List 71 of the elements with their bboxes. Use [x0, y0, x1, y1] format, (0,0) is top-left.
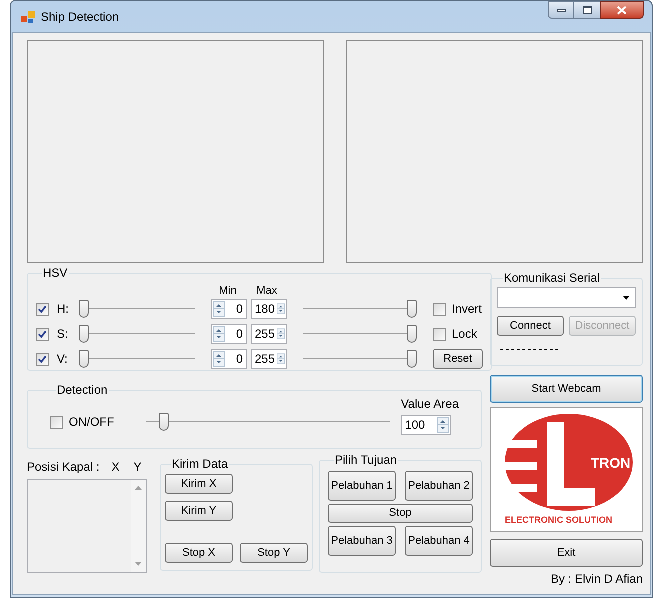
max-header: Max — [256, 284, 278, 298]
channel-label: V: — [57, 351, 69, 368]
minimize-button[interactable] — [548, 1, 574, 19]
slider-thumb[interactable] — [79, 325, 89, 343]
spin-icon[interactable] — [437, 417, 450, 433]
spin-icon[interactable] — [213, 301, 225, 317]
group-title: Komunikasi Serial — [503, 270, 602, 287]
app-icon — [21, 10, 35, 22]
spin-icon[interactable] — [213, 351, 225, 367]
start-webcam-button[interactable]: Start Webcam — [490, 375, 643, 403]
stop-button[interactable]: Stop Y — [240, 543, 308, 563]
y-header: Y — [134, 459, 142, 476]
connect-button[interactable]: Connect — [497, 316, 564, 336]
spin-icon[interactable] — [277, 351, 285, 367]
scroll-down-icon — [135, 562, 142, 566]
caret-icon — [623, 296, 630, 300]
send-button[interactable]: Kirim X — [165, 474, 233, 494]
scrollbar[interactable] — [131, 480, 146, 572]
number-field[interactable]: 100 — [401, 415, 452, 435]
toggle-label: ON/OFF — [69, 414, 114, 431]
slider-thumb[interactable] — [407, 300, 417, 318]
close-icon — [617, 6, 627, 14]
number-field[interactable]: 0 — [211, 349, 247, 369]
group-title: Pilih Tujuan — [334, 452, 398, 469]
port-button[interactable]: Pelabuhan 4 — [405, 526, 473, 556]
lock-label: Lock — [452, 326, 478, 343]
slider-thumb[interactable] — [407, 325, 417, 343]
group-title: Kirim Data — [171, 456, 230, 473]
slider-thumb[interactable] — [79, 350, 89, 368]
invert-label: Invert — [452, 301, 482, 318]
min-header: Min — [218, 284, 238, 298]
port-button[interactable]: Pelabuhan 2 — [405, 471, 473, 501]
maximize-button[interactable] — [574, 1, 600, 19]
number-field[interactable]: 0 — [211, 299, 247, 319]
scroll-up-icon — [135, 486, 142, 490]
group-title: HSV — [42, 265, 69, 282]
number-field[interactable]: 180 — [251, 299, 287, 319]
send-button[interactable]: Kirim Y — [165, 501, 233, 521]
slider-thumb[interactable] — [407, 350, 417, 368]
spin-icon[interactable] — [277, 301, 285, 317]
window-title: Ship Detection — [41, 8, 120, 26]
channel-label: H: — [57, 301, 70, 318]
checkbox[interactable] — [50, 416, 63, 428]
position-label: Posisi Kapal : — [27, 459, 100, 476]
spin-icon[interactable] — [213, 326, 225, 342]
spin-icon[interactable] — [277, 326, 285, 342]
credit-text: By : Elvin D Afian — [550, 571, 643, 588]
checkbox[interactable] — [36, 302, 49, 316]
number-field[interactable]: 255 — [251, 349, 287, 369]
exit-button[interactable]: Exit — [490, 539, 643, 567]
checkbox[interactable] — [36, 328, 49, 340]
port-button[interactable]: Pelabuhan 3 — [328, 526, 396, 556]
logo-text: TRON — [591, 456, 631, 470]
stop-button[interactable]: Stop X — [165, 543, 233, 563]
checkbox[interactable] — [433, 328, 446, 340]
number-field[interactable]: 255 — [251, 324, 287, 344]
close-button[interactable] — [600, 1, 644, 19]
stop-button[interactable]: Stop — [328, 504, 473, 523]
reset-button[interactable]: Reset — [433, 349, 483, 369]
port-button[interactable]: Pelabuhan 1 — [328, 471, 396, 501]
logo-tagline: ELECTRONIC SOLUTION — [505, 516, 612, 525]
group-title: Detection — [56, 382, 109, 399]
value-area-label: Value Area — [401, 396, 459, 413]
x-header: X — [112, 459, 120, 476]
checkbox[interactable] — [433, 302, 446, 316]
slider-thumb[interactable] — [159, 413, 170, 431]
connection-status: ----------- — [500, 341, 562, 358]
channel-label: S: — [57, 326, 70, 343]
number-field[interactable]: 0 — [211, 324, 247, 344]
slider-thumb[interactable] — [79, 300, 89, 318]
checkbox[interactable] — [36, 352, 49, 366]
